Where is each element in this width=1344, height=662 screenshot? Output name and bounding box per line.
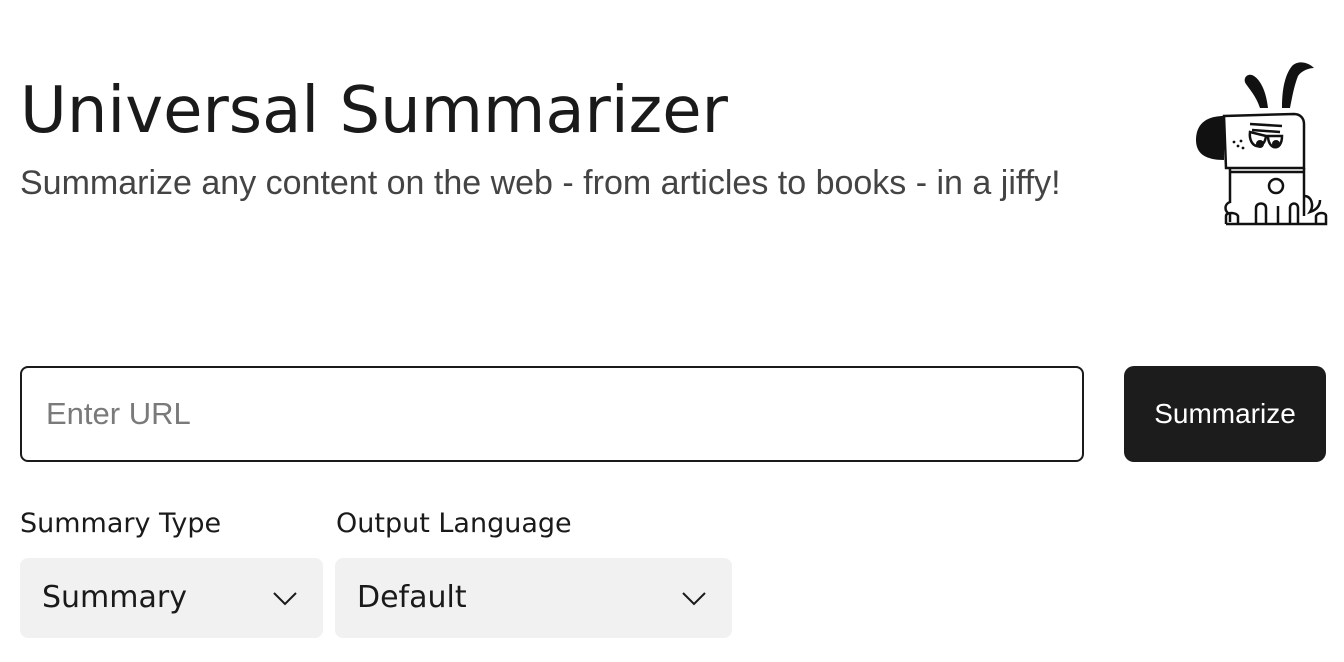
summarizer-page: Universal Summarizer Summarize any conte… xyxy=(0,0,1344,662)
output-language-select[interactable]: Default xyxy=(335,558,732,638)
page-title: Universal Summarizer xyxy=(20,74,728,148)
summarize-button[interactable]: Summarize xyxy=(1124,366,1326,462)
page-subtitle: Summarize any content on the web - from … xyxy=(20,164,1061,202)
summary-type-select[interactable]: Summary xyxy=(20,558,323,638)
output-language-label: Output Language xyxy=(336,508,572,539)
dog-mascot-icon xyxy=(1196,62,1328,226)
output-language-selected-value: Default xyxy=(357,580,467,615)
chevron-down-icon xyxy=(682,592,706,606)
chevron-down-icon xyxy=(273,592,297,606)
summary-type-label: Summary Type xyxy=(20,508,222,539)
summary-type-selected-value: Summary xyxy=(42,580,187,615)
url-input[interactable] xyxy=(20,366,1084,462)
